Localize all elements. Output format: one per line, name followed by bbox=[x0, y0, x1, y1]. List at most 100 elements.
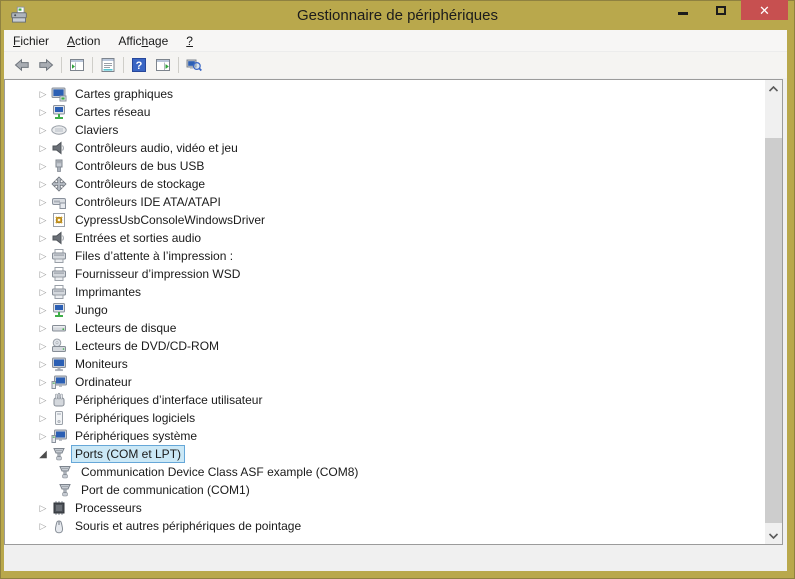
show-console-tree-button[interactable] bbox=[65, 54, 89, 76]
expand-icon[interactable]: ▷ bbox=[35, 251, 51, 262]
tree-item[interactable]: ▷ Contrôleurs IDE ATA/ATAPI bbox=[5, 193, 765, 211]
tree-item[interactable]: ◢ Ports (COM et LPT) bbox=[5, 445, 765, 463]
serial-port-icon bbox=[57, 464, 73, 480]
tree-item-label[interactable]: Lecteurs de disque bbox=[71, 319, 180, 337]
tree-item[interactable]: ▷ Fournisseur d’impression WSD bbox=[5, 265, 765, 283]
tree-item[interactable]: ▷ Contrôleurs audio, vidéo et jeu bbox=[5, 139, 765, 157]
maximize-button[interactable] bbox=[701, 0, 741, 20]
menu-?[interactable]: ? bbox=[177, 31, 202, 51]
tree-item-label[interactable]: Cartes graphiques bbox=[71, 85, 177, 103]
menu-affichage[interactable]: Affichage bbox=[109, 31, 177, 51]
tree-item[interactable]: ▷ Ordinateur bbox=[5, 373, 765, 391]
tree-item[interactable]: ▷ Jungo bbox=[5, 301, 765, 319]
scroll-down-button[interactable] bbox=[765, 527, 782, 544]
expand-icon[interactable]: ▷ bbox=[35, 359, 51, 370]
collapse-icon[interactable]: ◢ bbox=[35, 449, 51, 460]
menu-action[interactable]: Action bbox=[58, 31, 109, 51]
tree-item[interactable]: ▷ Souris et autres périphériques de point… bbox=[5, 517, 765, 535]
tree-item[interactable]: ▷ Claviers bbox=[5, 121, 765, 139]
titlebar[interactable]: Gestionnaire de périphériques ✕ bbox=[0, 0, 795, 30]
tree-item-label[interactable]: Ports (COM et LPT) bbox=[71, 445, 185, 463]
tree-item[interactable]: ▷ Cartes graphiques bbox=[5, 85, 765, 103]
tree-item-label[interactable]: Jungo bbox=[71, 301, 112, 319]
expand-icon[interactable]: ▷ bbox=[35, 395, 51, 406]
expand-icon[interactable]: ▷ bbox=[35, 431, 51, 442]
tree-item-label[interactable]: Périphériques logiciels bbox=[71, 409, 199, 427]
expand-icon[interactable]: ▷ bbox=[35, 323, 51, 334]
scrollbar-thumb[interactable] bbox=[765, 138, 782, 523]
expand-icon[interactable]: ▷ bbox=[35, 521, 51, 532]
tree-item[interactable]: ▷ Périphériques logiciels bbox=[5, 409, 765, 427]
speaker-icon bbox=[51, 230, 67, 246]
tree-item[interactable]: Communication Device Class ASF example (… bbox=[5, 463, 765, 481]
tree-item[interactable]: ▷ Lecteurs de DVD/CD-ROM bbox=[5, 337, 765, 355]
tree-item[interactable]: ▷ Imprimantes bbox=[5, 283, 765, 301]
tree-item[interactable]: ▷ Contrôleurs de stockage bbox=[5, 175, 765, 193]
expand-icon[interactable]: ▷ bbox=[35, 305, 51, 316]
tree-item[interactable]: ▷ Lecteurs de disque bbox=[5, 319, 765, 337]
back-button[interactable] bbox=[10, 54, 34, 76]
tree-item-label[interactable]: Contrôleurs audio, vidéo et jeu bbox=[71, 139, 242, 157]
expand-icon[interactable]: ▷ bbox=[35, 161, 51, 172]
expand-icon[interactable]: ▷ bbox=[35, 89, 51, 100]
tree-item-label[interactable]: Files d’attente à l’impression : bbox=[71, 247, 237, 265]
tree-item-label[interactable]: Contrôleurs IDE ATA/ATAPI bbox=[71, 193, 225, 211]
tree-item[interactable]: ▷ Contrôleurs de bus USB bbox=[5, 157, 765, 175]
tree-item[interactable]: ▷ CypressUsbConsoleWindowsDriver bbox=[5, 211, 765, 229]
expand-icon[interactable]: ▷ bbox=[35, 233, 51, 244]
menu-bar: FichierActionAffichage? bbox=[4, 30, 787, 52]
tree-item-label[interactable]: Souris et autres périphériques de pointa… bbox=[71, 517, 305, 535]
tree-item[interactable]: ▷ Processeurs bbox=[5, 499, 765, 517]
tree-item-label[interactable]: Cartes réseau bbox=[71, 103, 154, 121]
expand-icon[interactable]: ▷ bbox=[35, 197, 51, 208]
expand-icon[interactable]: ▷ bbox=[35, 377, 51, 388]
tree-item-label[interactable]: Contrôleurs de bus USB bbox=[71, 157, 208, 175]
tree-item-label[interactable]: Processeurs bbox=[71, 499, 146, 517]
tree-item-label[interactable]: Périphériques système bbox=[71, 427, 201, 445]
forward-button[interactable] bbox=[34, 54, 58, 76]
properties-button[interactable] bbox=[96, 54, 120, 76]
tree-item[interactable]: Port de communication (COM1) bbox=[5, 481, 765, 499]
expand-icon[interactable]: ▷ bbox=[35, 287, 51, 298]
expand-icon[interactable]: ▷ bbox=[35, 179, 51, 190]
scan-hardware-icon bbox=[186, 57, 202, 73]
expand-icon[interactable]: ▷ bbox=[35, 125, 51, 136]
tree-item[interactable]: ▷ Moniteurs bbox=[5, 355, 765, 373]
tree-item-label[interactable]: Contrôleurs de stockage bbox=[71, 175, 209, 193]
expand-icon[interactable]: ▷ bbox=[35, 413, 51, 424]
tree-item[interactable]: ▷ Périphériques d’interface utilisateur bbox=[5, 391, 765, 409]
minimize-button[interactable] bbox=[665, 0, 701, 20]
tree-item-label[interactable]: Communication Device Class ASF example (… bbox=[77, 463, 362, 481]
tree-item-label[interactable]: CypressUsbConsoleWindowsDriver bbox=[71, 211, 269, 229]
tree-item[interactable]: ▷ Files d’attente à l’impression : bbox=[5, 247, 765, 265]
close-button[interactable]: ✕ bbox=[741, 0, 788, 20]
help-button[interactable]: ? bbox=[127, 54, 151, 76]
forward-icon bbox=[38, 57, 54, 73]
tree-item-label[interactable]: Port de communication (COM1) bbox=[77, 481, 254, 499]
vertical-scrollbar[interactable] bbox=[765, 80, 782, 544]
expand-icon[interactable]: ▷ bbox=[35, 503, 51, 514]
expand-icon[interactable]: ▷ bbox=[35, 143, 51, 154]
tree-item[interactable]: ▷ Entrées et sorties audio bbox=[5, 229, 765, 247]
tree-item[interactable]: ▷ Cartes réseau bbox=[5, 103, 765, 121]
tree-item-label[interactable]: Entrées et sorties audio bbox=[71, 229, 205, 247]
tree-item-label[interactable]: Claviers bbox=[71, 121, 122, 139]
tree-item-label[interactable]: Ordinateur bbox=[71, 373, 136, 391]
scroll-up-button[interactable] bbox=[765, 80, 782, 97]
expand-icon[interactable]: ▷ bbox=[35, 107, 51, 118]
expand-icon[interactable]: ▷ bbox=[35, 269, 51, 280]
scan-hardware-button[interactable] bbox=[182, 54, 206, 76]
tree-item-label[interactable]: Moniteurs bbox=[71, 355, 132, 373]
tree-item-label[interactable]: Lecteurs de DVD/CD-ROM bbox=[71, 337, 223, 355]
tree-item-label[interactable]: Imprimantes bbox=[71, 283, 145, 301]
expand-icon[interactable]: ▷ bbox=[35, 341, 51, 352]
mouse-icon bbox=[51, 518, 67, 534]
tree-item-label[interactable]: Périphériques d’interface utilisateur bbox=[71, 391, 266, 409]
disk-drive-icon bbox=[51, 320, 67, 336]
tree-item-label[interactable]: Fournisseur d’impression WSD bbox=[71, 265, 244, 283]
menu-fichier[interactable]: Fichier bbox=[4, 31, 58, 51]
expand-icon[interactable]: ▷ bbox=[35, 215, 51, 226]
back-icon bbox=[14, 57, 30, 73]
tree-item[interactable]: ▷ Périphériques système bbox=[5, 427, 765, 445]
show-action-pane-button[interactable] bbox=[151, 54, 175, 76]
